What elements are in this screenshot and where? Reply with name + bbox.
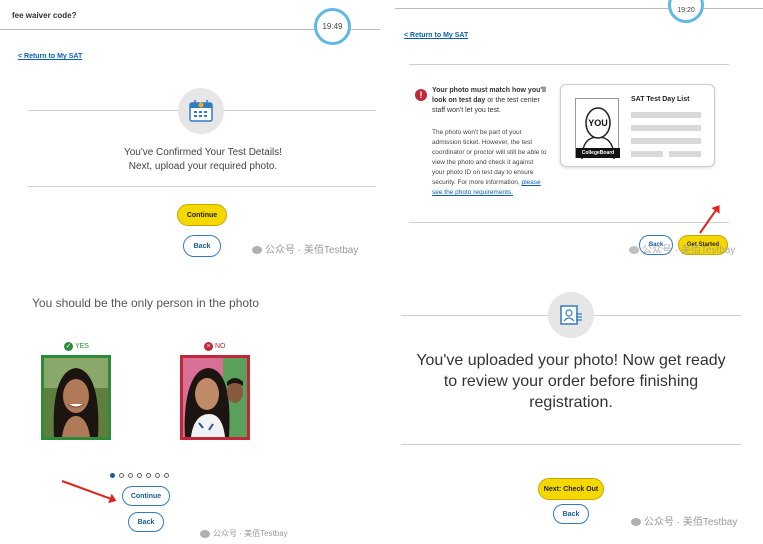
watermark-text: 公众号 · 美佰Testbay bbox=[644, 517, 738, 528]
check-icon: ✓ bbox=[64, 342, 73, 351]
no-label: NO bbox=[214, 343, 226, 350]
panel-photo-rules: 19:20 < Return to My SAT ! Your photo mu… bbox=[395, 0, 763, 272]
continue-button[interactable]: Continue bbox=[122, 486, 170, 506]
panel-test-details-confirmed: fee waiver code? 19:49 < Return to My SA… bbox=[0, 0, 380, 272]
watermark-text: 公众号 · 美佰Testbay bbox=[642, 245, 736, 256]
x-icon: × bbox=[204, 342, 213, 351]
page-dot-3[interactable] bbox=[128, 473, 133, 478]
countdown-timer: 19:49 bbox=[314, 8, 351, 45]
card-line-3 bbox=[631, 138, 701, 144]
info-body: The photo won't be part of your admissio… bbox=[432, 129, 547, 186]
progress-line bbox=[395, 8, 763, 9]
calendar-icon bbox=[189, 100, 213, 122]
upload-success-message: You've uploaded your photo! Now get read… bbox=[416, 352, 726, 411]
yes-label: YES bbox=[74, 343, 89, 350]
watermark: 公众号 · 美佰Testbay bbox=[631, 513, 737, 528]
card-line-1 bbox=[631, 112, 701, 118]
yes-badge: ✓ YES bbox=[64, 342, 89, 351]
page-dot-1[interactable] bbox=[110, 473, 115, 478]
card-title: SAT Test Day List bbox=[631, 96, 690, 103]
divider-bottom bbox=[28, 186, 376, 187]
photo-info-text: The photo won't be part of your admissio… bbox=[432, 128, 547, 198]
page-dot-6[interactable] bbox=[155, 473, 160, 478]
card-line-4b bbox=[669, 151, 701, 157]
back-button[interactable]: Back bbox=[553, 504, 589, 524]
annotation-arrow bbox=[61, 480, 115, 502]
return-to-my-sat-link[interactable]: < Return to My SAT bbox=[404, 32, 468, 39]
calendar-check-circle bbox=[178, 88, 224, 134]
good-photo-example bbox=[41, 355, 111, 440]
panel-photo-uploaded: You've uploaded your photo! Now get read… bbox=[395, 272, 763, 544]
continue-button[interactable]: Continue bbox=[177, 204, 227, 226]
card-photo-box: YOU CollegeBoard bbox=[575, 98, 620, 159]
bad-photo-example bbox=[180, 355, 250, 440]
back-button[interactable]: Back bbox=[128, 512, 164, 532]
confirmation-line-2: Next, upload your required photo. bbox=[128, 161, 278, 172]
next-check-out-button[interactable]: Next: Check Out bbox=[538, 478, 604, 500]
divider-bottom bbox=[401, 444, 741, 445]
pagination-dots bbox=[110, 465, 173, 483]
group-photo bbox=[183, 358, 247, 437]
collegeboard-logo: CollegeBoard bbox=[576, 148, 620, 158]
wechat-icon bbox=[252, 246, 262, 255]
card-you-label: YOU bbox=[588, 118, 608, 128]
fee-waiver-question: fee waiver code? bbox=[12, 11, 77, 20]
divider-bottom bbox=[409, 222, 729, 223]
panel-photo-example: You should be the only person in the pho… bbox=[0, 272, 380, 544]
no-badge: × NO bbox=[204, 342, 225, 351]
back-button[interactable]: Back bbox=[183, 235, 221, 257]
id-card-circle bbox=[548, 292, 594, 338]
warning-icon: ! bbox=[415, 89, 427, 101]
page-dot-5[interactable] bbox=[146, 473, 151, 478]
single-person-photo bbox=[44, 358, 108, 437]
page-dot-4[interactable] bbox=[137, 473, 142, 478]
countdown-timer: 19:20 bbox=[668, 0, 704, 23]
watermark: 公众号 · 美佰Testbay bbox=[200, 528, 288, 539]
id-card-icon bbox=[560, 305, 582, 325]
wechat-icon bbox=[629, 246, 639, 255]
watermark-text: 公众号 · 美佰Testbay bbox=[265, 245, 359, 256]
timer-value: 19:49 bbox=[322, 22, 343, 31]
timer-value: 19:20 bbox=[677, 7, 695, 14]
watermark-text: 公众号 · 美佰Testbay bbox=[213, 529, 288, 538]
card-line-2 bbox=[631, 125, 701, 131]
watermark: 公众号 · 美佰Testbay bbox=[629, 241, 735, 256]
confirmation-line-1: You've Confirmed Your Test Details! bbox=[123, 147, 283, 158]
page-dot-7[interactable] bbox=[164, 473, 169, 478]
card-line-4a bbox=[631, 151, 663, 157]
return-to-my-sat-link[interactable]: < Return to My SAT bbox=[18, 53, 82, 60]
photo-heading: You should be the only person in the pho… bbox=[32, 296, 260, 310]
wechat-icon bbox=[631, 518, 641, 527]
wechat-icon bbox=[200, 529, 210, 538]
page-dot-2[interactable] bbox=[119, 473, 124, 478]
divider-top bbox=[409, 64, 729, 65]
test-day-list-card: YOU CollegeBoard SAT Test Day List bbox=[560, 84, 715, 167]
annotation-arrow bbox=[699, 206, 720, 234]
watermark: 公众号 · 美佰Testbay bbox=[252, 241, 358, 256]
photo-warning-text: Your photo must match how you'll look on… bbox=[432, 86, 547, 116]
